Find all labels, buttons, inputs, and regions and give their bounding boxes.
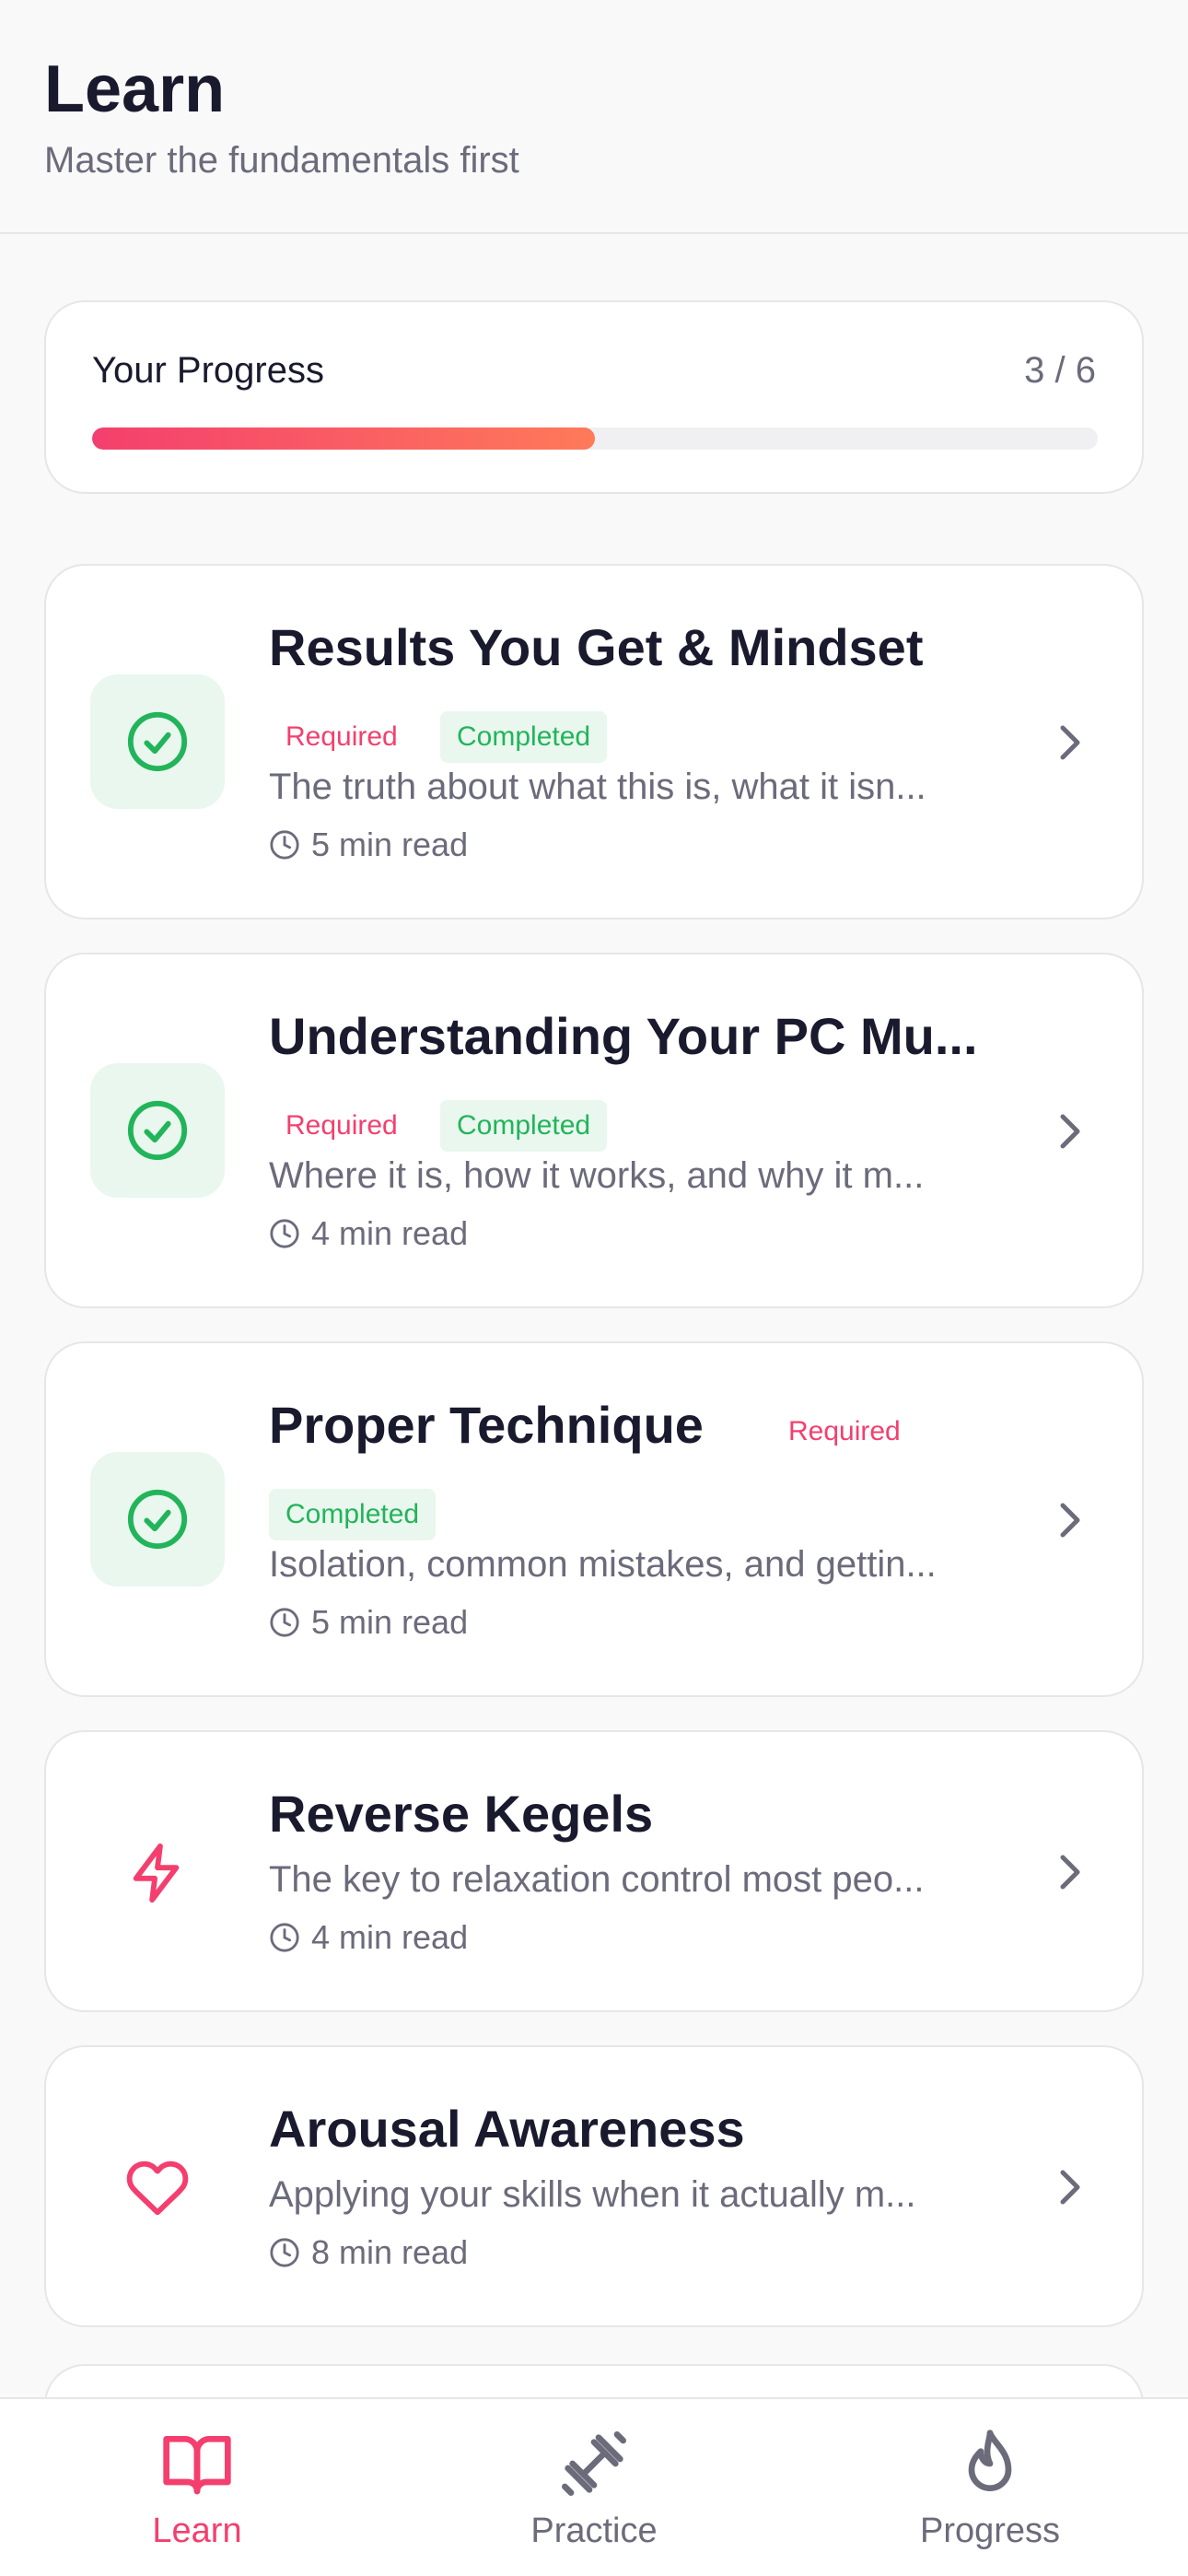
lesson-card-results-mindset[interactable]: Results You Get & Mindset Required Compl…	[44, 564, 1144, 919]
lesson-title: Arousal Awareness	[269, 2100, 745, 2158]
completed-badge: Completed	[440, 1100, 608, 1152]
clock-icon	[270, 830, 299, 860]
completed-check-icon	[90, 1063, 225, 1198]
page-header: Learn Master the fundamentals first	[0, 0, 1188, 234]
tab-practice[interactable]: Practice	[474, 2427, 714, 2556]
lesson-card-understanding-pc[interactable]: Understanding Your PC Mu... Required Com…	[44, 953, 1144, 1308]
lesson-title: Understanding Your PC Mu...	[269, 1007, 978, 1065]
lesson-read-time: 5 min read	[269, 825, 468, 864]
tab-learn[interactable]: Learn	[77, 2427, 317, 2556]
lesson-title: Results You Get & Mindset	[269, 618, 924, 676]
progress-label: Your Progress	[92, 350, 324, 391]
lesson-description: Isolation, common mistakes, and gettin..…	[269, 1544, 937, 1585]
lesson-title: Proper Technique	[269, 1396, 704, 1454]
progress-card: Your Progress 3 / 6	[44, 300, 1144, 494]
read-time-text: 4 min read	[311, 1214, 469, 1252]
completed-check-icon	[90, 1452, 225, 1587]
clock-icon	[270, 1608, 299, 1637]
chevron-right-icon	[1052, 715, 1089, 770]
completed-check-icon	[90, 674, 225, 809]
lesson-read-time: 5 min read	[269, 1603, 468, 1642]
lesson-read-time: 4 min read	[269, 1918, 468, 1957]
dumbbell-icon	[562, 2431, 626, 2496]
tab-label: Learn	[152, 2512, 242, 2550]
lesson-card-arousal-awareness[interactable]: Arousal Awareness Applying your skills w…	[44, 2045, 1144, 2327]
progress-bar-fill	[92, 427, 595, 450]
completed-badge: Completed	[269, 1489, 437, 1540]
lesson-card-proper-technique[interactable]: Proper Technique Required Completed Isol…	[44, 1341, 1144, 1697]
completed-badge: Completed	[440, 711, 608, 763]
heart-icon	[90, 2121, 225, 2255]
required-badge: Required	[772, 1406, 917, 1458]
lightning-icon	[90, 1806, 225, 1940]
progress-count: 3 / 6	[1024, 350, 1096, 391]
lesson-description: Where it is, how it works, and why it m.…	[269, 1155, 925, 1196]
lesson-title: Reverse Kegels	[269, 1785, 654, 1843]
clock-icon	[270, 2238, 299, 2267]
read-time-text: 4 min read	[311, 1918, 469, 1956]
bottom-tab-bar: Learn Practice Progress	[0, 2397, 1188, 2576]
lesson-read-time: 8 min read	[269, 2233, 468, 2272]
page-subtitle: Master the fundamentals first	[44, 140, 519, 181]
chevron-right-icon	[1052, 2160, 1089, 2215]
tab-progress[interactable]: Progress	[870, 2427, 1110, 2556]
chevron-right-icon	[1052, 1844, 1089, 1900]
chevron-right-icon	[1052, 1104, 1089, 1159]
lesson-read-time: 4 min read	[269, 1214, 468, 1253]
read-time-text: 5 min read	[311, 1603, 469, 1641]
clock-icon	[270, 1219, 299, 1248]
lesson-description: The truth about what this is, what it is…	[269, 767, 926, 807]
flame-icon	[968, 2430, 1012, 2491]
page-title: Learn	[44, 53, 226, 126]
read-time-text: 8 min read	[311, 2233, 469, 2271]
lesson-description: The key to relaxation control most peo..…	[269, 1859, 925, 1900]
tab-label: Progress	[919, 2512, 1061, 2550]
required-badge: Required	[269, 711, 414, 763]
lesson-card-reverse-kegels[interactable]: Reverse Kegels The key to relaxation con…	[44, 1730, 1144, 2012]
tab-label: Practice	[530, 2512, 658, 2550]
read-time-text: 5 min read	[311, 825, 469, 863]
required-badge: Required	[269, 1100, 414, 1152]
lesson-description: Applying your skills when it actually m.…	[269, 2174, 916, 2215]
clock-icon	[270, 1923, 299, 1952]
progress-bar	[92, 427, 1098, 450]
book-icon	[163, 2436, 231, 2495]
chevron-right-icon	[1052, 1493, 1089, 1548]
